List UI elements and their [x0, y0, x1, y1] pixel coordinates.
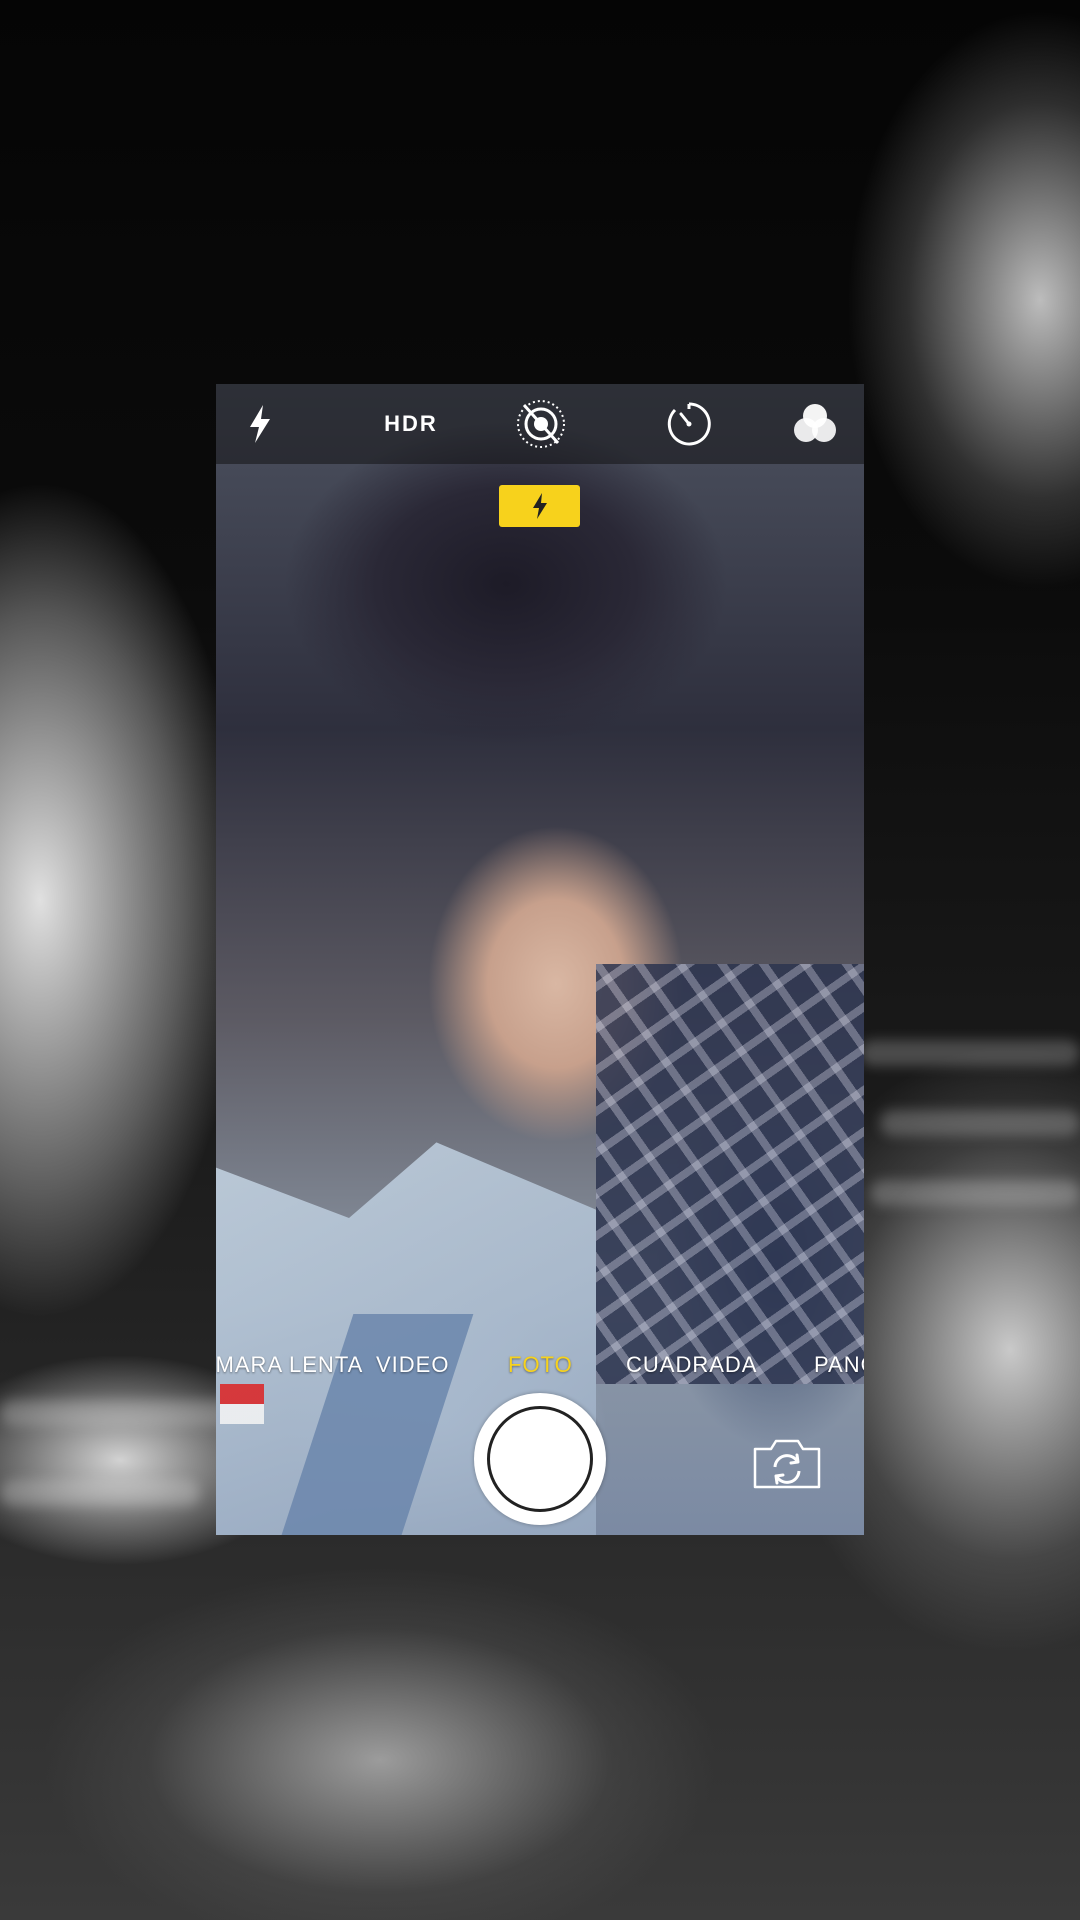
switch-camera-button[interactable] [751, 1435, 823, 1491]
filters-button[interactable] [786, 384, 844, 464]
live-photo-button[interactable] [511, 384, 571, 464]
mode-slow-motion[interactable]: CÁMARA LENTA [216, 1352, 363, 1378]
background-blur-streak [870, 1180, 1080, 1206]
blurred-background: HDR MARA LENTA VIDEO FOTO CUADRADA PAN [0, 0, 1080, 1920]
shutter-inner-ring [487, 1406, 593, 1512]
switch-camera-icon [753, 1439, 821, 1489]
mode-photo[interactable]: FOTO [508, 1352, 573, 1378]
flash-icon [532, 493, 547, 519]
viewfinder-shirt-pattern [596, 964, 864, 1384]
camera-mode-strip[interactable]: CÁMARA LENTA VIDEO FOTO CUADRADA PANO [216, 1340, 864, 1390]
shutter-button[interactable] [474, 1393, 606, 1525]
background-blur-streak [0, 1400, 240, 1426]
flash-icon [250, 405, 270, 443]
hdr-button[interactable]: HDR [346, 384, 476, 464]
flash-on-indicator [499, 485, 580, 527]
mode-pano[interactable]: PANO [814, 1352, 864, 1378]
background-blur-streak [880, 1110, 1080, 1136]
timer-button[interactable] [661, 384, 717, 464]
mode-video[interactable]: VIDEO [376, 1352, 449, 1378]
background-blur-streak [860, 1040, 1080, 1066]
filters-icon [794, 404, 836, 442]
flash-button[interactable] [238, 384, 282, 464]
viewfinder-flag-badge [220, 1384, 264, 1424]
live-photo-off-icon [517, 400, 565, 448]
camera-top-bar: HDR [216, 384, 864, 464]
hdr-label: HDR [384, 411, 438, 436]
camera-viewfinder[interactable]: HDR MARA LENTA VIDEO FOTO CUADRADA PAN [216, 384, 864, 1535]
timer-icon [667, 402, 711, 446]
mode-square[interactable]: CUADRADA [626, 1352, 757, 1378]
background-blur-streak [0, 1480, 200, 1506]
